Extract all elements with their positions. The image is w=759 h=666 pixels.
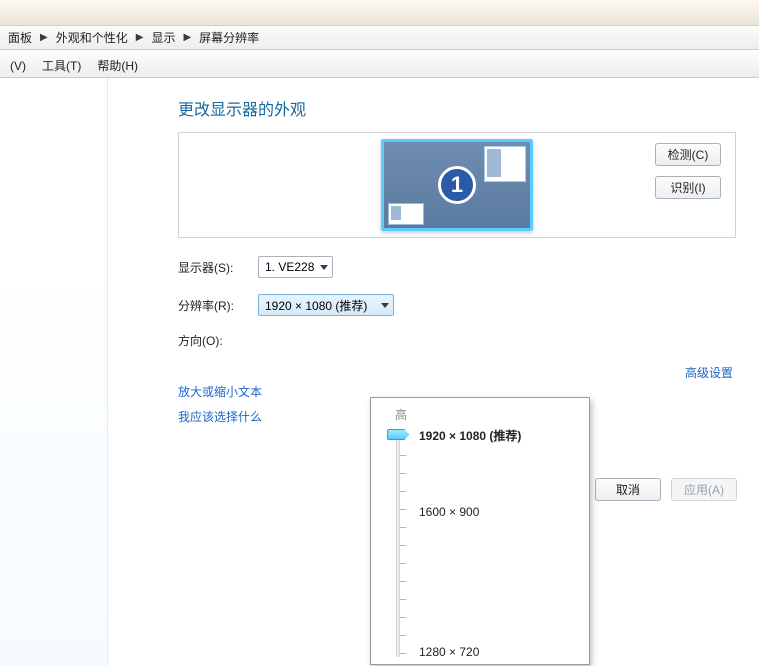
monitor-thumbnail[interactable]: 1 [381,139,533,231]
apply-button[interactable]: 应用(A) [671,478,737,501]
detect-button[interactable]: 检测(C) [655,143,721,166]
display-combo[interactable]: 1. VE228 [258,256,333,278]
chevron-right-icon: ▶ [179,32,195,43]
breadcrumb-item[interactable]: 面板 [4,27,36,48]
chevron-right-icon: ▶ [132,32,148,43]
display-preview-panel: 1 检测(C) 识别(I) [178,132,736,238]
slider-tick [400,545,406,546]
breadcrumb-item[interactable]: 外观和个性化 [52,27,132,48]
sidebar [0,78,108,666]
resolution-option[interactable]: 1600 × 900 [419,505,479,519]
menu-help[interactable]: 帮助(H) [89,54,146,77]
slider-high-label: 高 [395,406,581,423]
breadcrumb: 面板 ▶ 外观和个性化 ▶ 显示 ▶ 屏幕分辨率 [0,26,759,50]
slider-tick [400,599,406,600]
slider-tick [400,437,406,438]
menu-view[interactable]: (V) [2,56,34,76]
slider-tick [400,491,406,492]
monitor-number-badge: 1 [438,166,476,204]
menu-bar: (V) 工具(T) 帮助(H) [0,54,759,78]
page-title: 更改显示器的外观 [178,96,741,120]
menu-tools[interactable]: 工具(T) [34,54,89,77]
advanced-settings-link[interactable]: 高级设置 [685,364,733,381]
slider-tick [400,635,406,636]
orientation-label: 方向(O): [178,332,258,349]
resolution-slider[interactable] [389,427,407,657]
slider-tick [400,473,406,474]
slider-thumb[interactable] [387,429,409,440]
chevron-right-icon: ▶ [36,32,52,43]
display-label: 显示器(S): [178,259,258,276]
resolution-combo-value: 1920 × 1080 (推荐) [265,297,367,314]
slider-tick [400,455,406,456]
slider-tick [400,527,406,528]
breadcrumb-item[interactable]: 屏幕分辨率 [195,27,263,48]
slider-tick [400,563,406,564]
breadcrumb-item[interactable]: 显示 [147,27,179,48]
slider-tick [400,581,406,582]
slider-tick [400,617,406,618]
window-header [0,0,759,26]
resolution-combo[interactable]: 1920 × 1080 (推荐) [258,294,394,316]
chevron-down-icon [381,303,389,308]
resolution-option[interactable]: 1920 × 1080 (推荐) [419,427,521,444]
taskbar-icon [388,203,424,225]
display-combo-value: 1. VE228 [265,260,314,274]
resolution-option[interactable]: 1280 × 720 [419,645,479,659]
chevron-down-icon [320,265,328,270]
resolution-dropdown-panel: 高 1920 × 1080 (推荐) 1600 × 900 1280 × 720 [370,397,590,665]
slider-tick [400,509,406,510]
resolution-label: 分辨率(R): [178,297,258,314]
identify-button[interactable]: 识别(I) [655,176,721,199]
window-icon [484,146,526,182]
slider-tick [400,653,406,654]
cancel-button[interactable]: 取消 [595,478,661,501]
